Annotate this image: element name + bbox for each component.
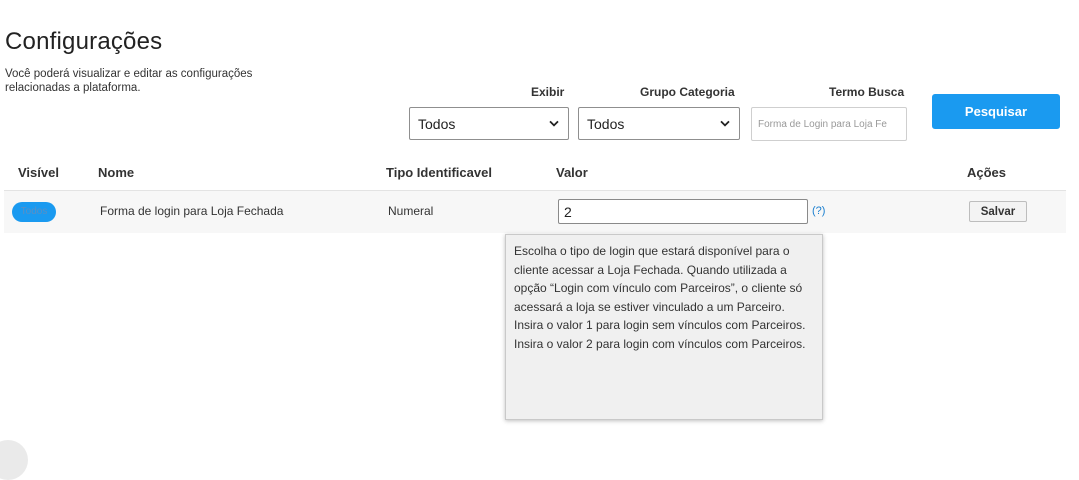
value-input[interactable] xyxy=(558,199,808,224)
page-description: Você poderá visualizar e editar as confi… xyxy=(5,68,253,94)
grupo-categoria-select-value: Todos xyxy=(587,115,625,132)
help-tooltip: Escolha o tipo de login que estará dispo… xyxy=(505,234,823,420)
column-header-visivel: Visível xyxy=(18,165,59,180)
tooltip-paragraph: Insira o valor 2 para login com vínculos… xyxy=(514,336,806,351)
tooltip-paragraph: Insira o valor 1 para login sem vínculos… xyxy=(514,318,806,332)
row-name: Forma de login para Loja Fechada xyxy=(100,204,284,218)
table-row: Todos Forma de login para Loja Fechada N… xyxy=(4,191,1066,233)
exibir-select-value: Todos xyxy=(418,115,456,132)
exibir-label: Exibir xyxy=(531,85,565,99)
row-type: Numeral xyxy=(388,204,434,218)
visibility-badge[interactable]: Todos xyxy=(12,202,56,222)
termo-busca-label: Termo Busca xyxy=(829,85,905,99)
column-header-tipo: Tipo Identificavel xyxy=(386,165,492,180)
search-button[interactable]: Pesquisar xyxy=(932,94,1060,129)
column-header-acoes: Ações xyxy=(967,165,1007,180)
exibir-select[interactable]: Todos xyxy=(409,107,569,140)
column-header-nome: Nome xyxy=(98,165,135,180)
chevron-down-icon xyxy=(720,120,730,127)
page-title: Configurações xyxy=(5,28,163,55)
save-button[interactable]: Salvar xyxy=(969,201,1027,222)
termo-busca-input[interactable] xyxy=(751,107,907,141)
column-header-valor: Valor xyxy=(556,165,588,180)
grupo-categoria-label: Grupo Categoria xyxy=(640,85,735,99)
tooltip-paragraph: Escolha o tipo de login que estará dispo… xyxy=(514,244,803,314)
corner-decoration xyxy=(0,440,28,480)
help-link[interactable]: (?) xyxy=(812,205,825,217)
grupo-categoria-select[interactable]: Todos xyxy=(578,107,740,140)
chevron-down-icon xyxy=(549,120,559,127)
